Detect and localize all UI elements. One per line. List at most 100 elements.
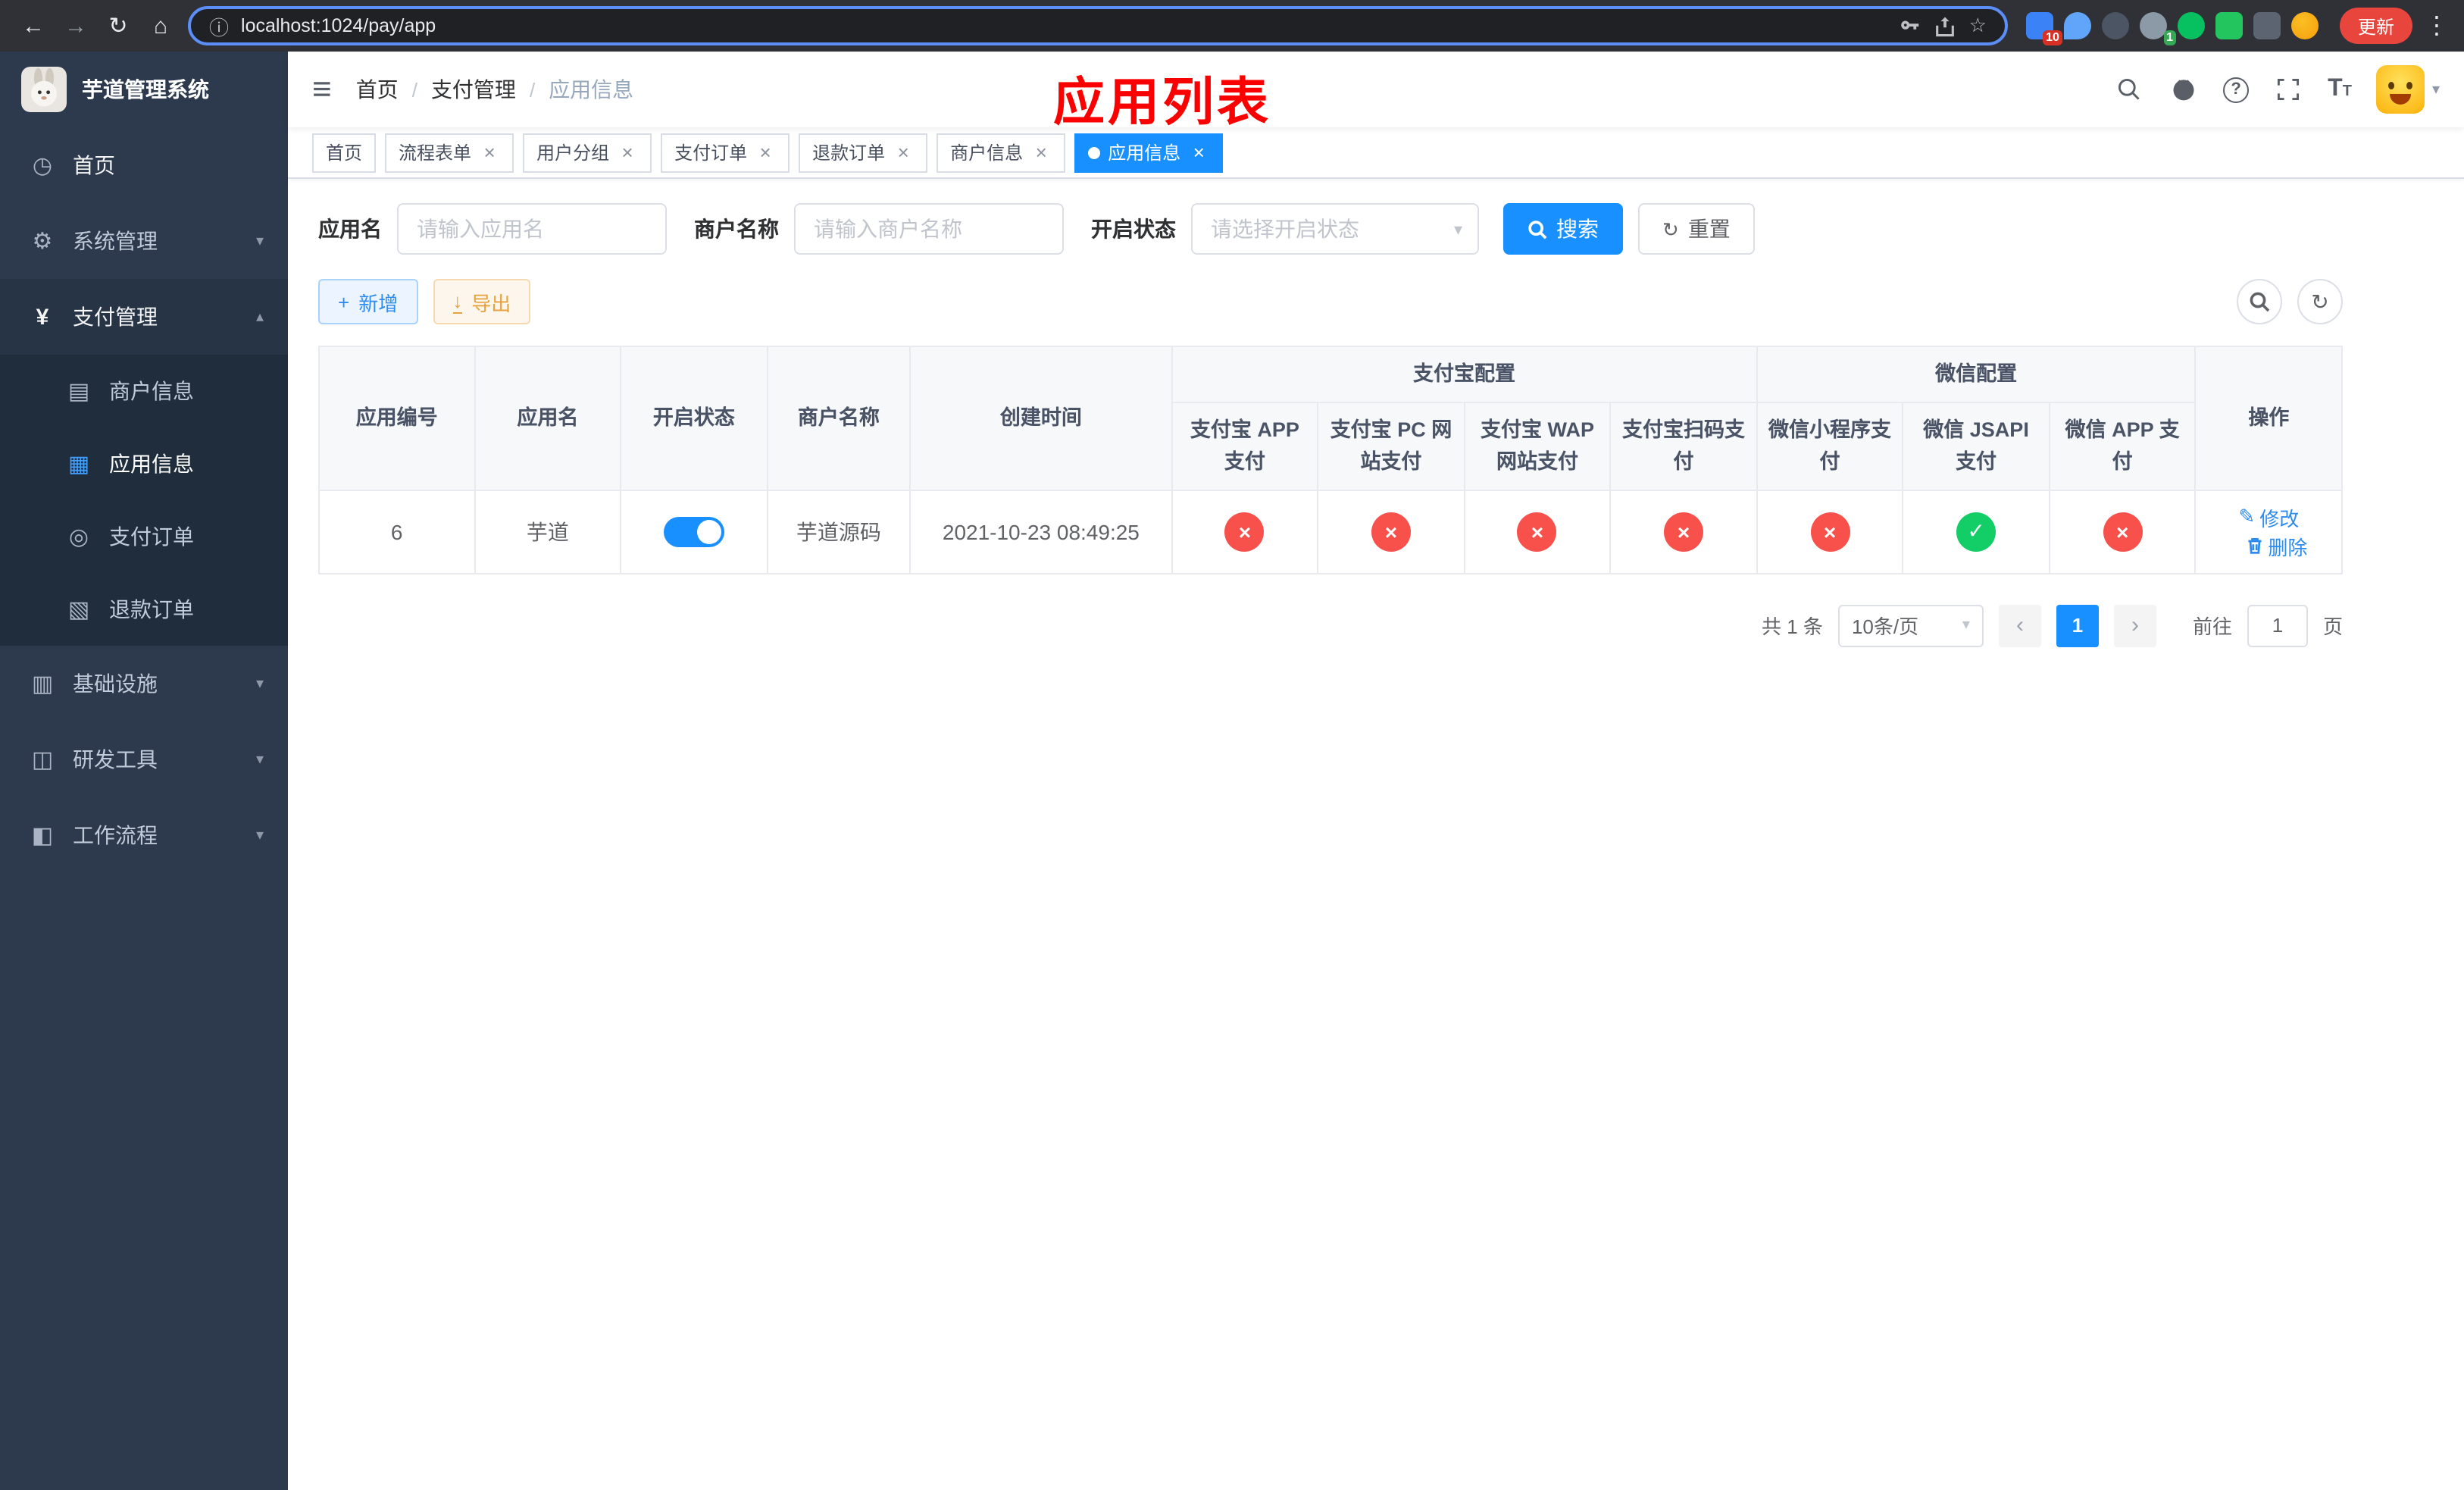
status-toggle[interactable] [663,516,724,547]
close-icon[interactable]: × [893,142,914,162]
password-key-icon[interactable] [1900,14,1922,37]
close-icon[interactable]: × [479,142,500,162]
close-icon[interactable]: × [755,142,776,162]
github-icon[interactable] [2169,74,2199,105]
page-size-select[interactable]: 10条/页 ▾ [1837,604,1984,647]
extension-emoji-icon[interactable] [2290,12,2319,39]
sidebar-item-merchant-info[interactable]: ▤ 商户信息 [0,355,288,427]
edit-link[interactable]: ✎ 修改 [2238,503,2299,532]
refresh-table-button[interactable]: ↻ [2297,279,2343,324]
sidebar-item-system[interactable]: ⚙ 系统管理 ▾ [0,203,288,279]
tab-app-info[interactable]: 应用信息 × [1074,133,1224,172]
browser-menu-icon[interactable]: ⋮ [2425,11,2449,41]
sidebar-item-label: 应用信息 [109,452,194,476]
sidebar-item-infrastructure[interactable]: ▥ 基础设施 ▾ [0,646,288,722]
col-alipay-wap: 支付宝 WAP 网站支付 [1463,402,1612,491]
cell-app-id: 6 [318,489,476,574]
col-alipay-app: 支付宝 APP 支付 [1171,402,1319,491]
extension-drop-icon[interactable] [2063,12,2091,39]
tab-process-form[interactable]: 流程表单 × [385,133,514,172]
status-label: 开启状态 [1091,217,1176,241]
dashboard-icon: ◷ [32,153,53,179]
next-page-button[interactable]: › [2113,604,2156,647]
col-app-name: 应用名 [474,346,622,491]
page-annotation: 应用列表 [1053,74,1271,132]
cell-merchant: 芋道源码 [766,489,911,574]
tab-home[interactable]: 首页 [312,133,377,172]
close-icon[interactable]: × [1188,142,1209,162]
sidebar-logo-row[interactable]: 芋道管理系统 [0,52,288,127]
share-icon[interactable] [1934,14,1957,37]
toggle-search-button[interactable] [2237,279,2282,324]
cell-alipay-pc: × [1317,489,1465,574]
toolbar-right: ↻ [2237,279,2343,324]
extension-dark-icon[interactable] [2101,12,2129,39]
sidebar-item-refund-order[interactable]: ▧ 退款订单 [0,573,288,646]
breadcrumb-separator: / [411,78,417,101]
app-title: 芋道管理系统 [82,77,209,102]
sidebar-item-app-info[interactable]: ▦ 应用信息 [0,427,288,500]
url-text[interactable]: localhost:1024/pay/app [241,15,436,36]
table-toolbar: + 新增 ↓ 导出 ↻ [318,279,2343,324]
pagination: 共 1 条 10条/页 ▾ ‹ 1 › 前往 页 [318,604,2343,647]
address-bar[interactable]: ⓘ localhost:1024/pay/app ☆ [188,6,2008,45]
sidebar-item-home[interactable]: ◷ 首页 [0,127,288,203]
avatar[interactable] [2375,65,2425,114]
tab-merchant-info[interactable]: 商户信息 × [937,133,1066,172]
extension-badge1-icon[interactable]: 1 [2139,12,2176,45]
goto-page-input[interactable] [2247,604,2308,647]
col-alipay-pc: 支付宝 PC 网站支付 [1317,402,1465,491]
chrome-update-button[interactable]: 更新 [2339,8,2412,44]
breadcrumb-payment[interactable]: 支付管理 [431,74,516,105]
tab-pay-order[interactable]: 支付订单 × [661,133,790,172]
browser-reload-button[interactable]: ↻ [103,12,133,39]
sidebar-item-pay-order[interactable]: ◎ 支付订单 [0,500,288,573]
site-info-icon[interactable]: ⓘ [209,11,229,40]
user-menu[interactable]: ▾ [2375,65,2440,114]
merchant-card-icon: ▤ [67,379,90,405]
col-app-id: 应用编号 [318,346,476,491]
fullscreen-icon[interactable] [2273,74,2303,105]
tab-user-group[interactable]: 用户分组 × [523,133,652,172]
sidebar-item-payment[interactable]: ¥ 支付管理 ▴ [0,279,288,355]
sidebar-item-label: 退款订单 [109,597,194,621]
extension-docs-icon[interactable] [2215,12,2243,39]
refund-doc-icon: ▧ [67,597,90,623]
browser-forward-button[interactable]: → [61,13,91,39]
add-button[interactable]: + 新增 [318,279,418,324]
help-icon[interactable]: ? [2223,77,2250,102]
breadcrumb: 首页 / 支付管理 / 应用信息 [356,74,634,105]
bookmark-star-icon[interactable]: ☆ [1969,14,1987,38]
extension-wechat-devtools-icon[interactable] [2177,12,2205,39]
cell-alipay-app: × [1171,489,1319,574]
close-icon[interactable]: × [617,142,638,162]
merchant-name-input[interactable] [794,203,1064,255]
tab-refund-order[interactable]: 退款订单 × [799,133,928,172]
breadcrumb-home[interactable]: 首页 [356,74,399,105]
extension-blocker-icon[interactable]: 10 [2025,12,2062,45]
font-size-icon[interactable]: TT [2328,77,2352,102]
reset-button[interactable]: ↻ 重置 [1638,203,1755,255]
gear-icon: ⚙ [32,229,53,255]
sidebar-item-label: 支付管理 [73,305,158,329]
plus-icon: + [338,290,350,313]
app-name-input[interactable] [397,203,667,255]
page-number-active[interactable]: 1 [2056,604,2099,647]
export-button[interactable]: ↓ 导出 [433,279,531,324]
prev-page-button[interactable]: ‹ [1998,604,2041,647]
sidebar-item-workflow[interactable]: ◧ 工作流程 ▾ [0,797,288,873]
status-select-placeholder: 请选择开启状态 [1211,217,1359,241]
col-merchant: 商户名称 [766,346,911,491]
extension-puzzle-icon[interactable] [2253,12,2281,39]
search-icon[interactable] [2114,74,2144,105]
close-icon[interactable]: × [1030,142,1052,162]
browser-back-button[interactable]: ← [18,13,48,39]
browser-home-button[interactable]: ⌂ [145,13,176,39]
goto-label: 前往 [2192,615,2232,639]
delete-link[interactable]: 删除 [2245,532,2307,561]
status-select[interactable]: 请选择开启状态 ▾ [1191,203,1479,255]
cell-wx-jsapi: ✓ [1902,489,2050,574]
sidebar-item-devtools[interactable]: ◫ 研发工具 ▾ [0,722,288,797]
search-button[interactable]: 搜索 [1503,203,1623,255]
sidebar-toggle-icon[interactable]: ≡ [312,72,332,106]
